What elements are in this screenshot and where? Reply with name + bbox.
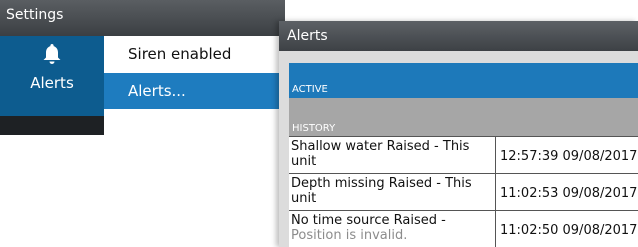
alerts-window: Alerts ACTIVE HISTORY Shallow water Rais… (279, 21, 638, 247)
alerts-title: Alerts (279, 21, 638, 51)
settings-window: Settings Alerts Siren enabled Alerts... (0, 0, 285, 135)
alert-text-line2: Position is invalid. (291, 228, 408, 243)
history-section: HISTORY (289, 98, 638, 136)
alert-row[interactable]: No time source Raised - Position is inva… (289, 210, 638, 247)
sidebar-item-label: Alerts (30, 74, 74, 92)
alert-text-line2: unit (291, 154, 317, 169)
settings-sidebar: Alerts (0, 36, 104, 135)
history-header: HISTORY (292, 123, 336, 134)
alert-text-line1: Depth missing Raised - This (291, 176, 472, 191)
column-divider (495, 137, 496, 174)
alert-description: Shallow water Raised - This unit (291, 139, 491, 169)
alert-description: Depth missing Raised - This unit (291, 176, 491, 206)
alert-text-line2: unit (291, 191, 317, 206)
menu-item-alerts[interactable]: Alerts... (104, 73, 285, 109)
active-section: ACTIVE (289, 63, 638, 98)
alert-text-line1: No time source Raised - (291, 213, 446, 228)
alert-time: 12:57:39 09/08/2017 (500, 149, 638, 164)
alert-time: 11:02:50 09/08/2017 (500, 223, 638, 238)
alert-description: No time source Raised - Position is inva… (291, 213, 491, 243)
sidebar-item-alerts[interactable]: Alerts (0, 36, 104, 116)
settings-title: Settings (0, 0, 285, 36)
alert-row[interactable]: Shallow water Raised - This unit 12:57:3… (289, 136, 638, 174)
alert-time: 11:02:53 09/08/2017 (500, 186, 638, 201)
menu-item-siren-enabled[interactable]: Siren enabled (104, 36, 285, 72)
alert-row[interactable]: Depth missing Raised - This unit 11:02:5… (289, 173, 638, 211)
column-divider (495, 211, 496, 247)
active-header: ACTIVE (292, 84, 328, 95)
bell-icon (43, 44, 61, 64)
alert-text-line1: Shallow water Raised - This (291, 139, 470, 154)
column-divider (495, 174, 496, 211)
